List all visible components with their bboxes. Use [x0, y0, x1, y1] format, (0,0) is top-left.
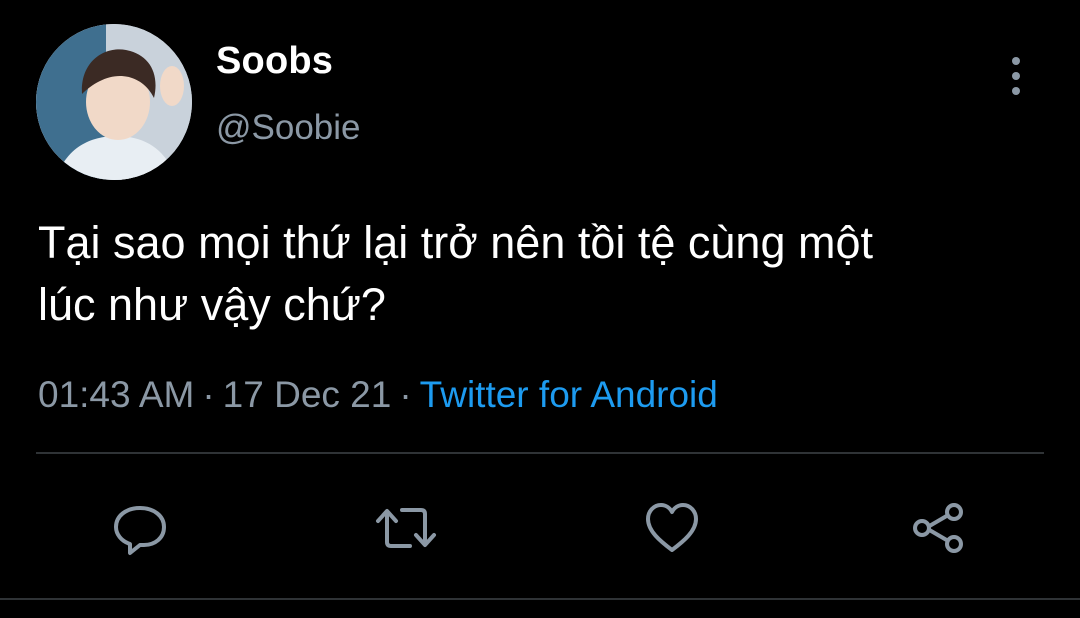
- tweet-text-line: Tại sao mọi thứ lại trở nên tồi tệ cùng …: [38, 217, 874, 268]
- heart-icon: [646, 503, 698, 552]
- user-handle[interactable]: @Soobie: [216, 108, 361, 148]
- tweet-text-line: lúc như vậy chứ?: [38, 279, 386, 330]
- retweet-icon: [376, 508, 436, 548]
- tweet-meta: 01:43 AM · 17 Dec 21 · Twitter for Android: [38, 374, 718, 416]
- like-button[interactable]: [640, 496, 704, 560]
- reply-button[interactable]: [108, 496, 172, 560]
- display-name[interactable]: Soobs: [216, 40, 333, 83]
- retweet-button[interactable]: [374, 496, 438, 560]
- avatar[interactable]: [36, 24, 192, 180]
- avatar-photo: [36, 24, 192, 180]
- divider: [0, 598, 1080, 600]
- share-button[interactable]: [906, 496, 970, 560]
- tweet-text: Tại sao mọi thứ lại trở nên tồi tệ cùng …: [38, 212, 1048, 336]
- tweet-detail: Soobs @Soobie Tại sao mọi thứ lại trở nê…: [0, 0, 1080, 618]
- more-options-button[interactable]: [996, 52, 1036, 100]
- meta-separator: ·: [399, 374, 412, 415]
- reply-icon: [114, 506, 166, 555]
- tweet-source-link[interactable]: Twitter for Android: [420, 374, 718, 415]
- tweet-date: 17 Dec 21: [222, 374, 392, 415]
- more-vertical-icon: [1012, 57, 1020, 65]
- meta-separator: ·: [202, 374, 215, 415]
- share-icon: [913, 503, 963, 553]
- tweet-time: 01:43 AM: [38, 374, 195, 415]
- divider: [36, 452, 1044, 454]
